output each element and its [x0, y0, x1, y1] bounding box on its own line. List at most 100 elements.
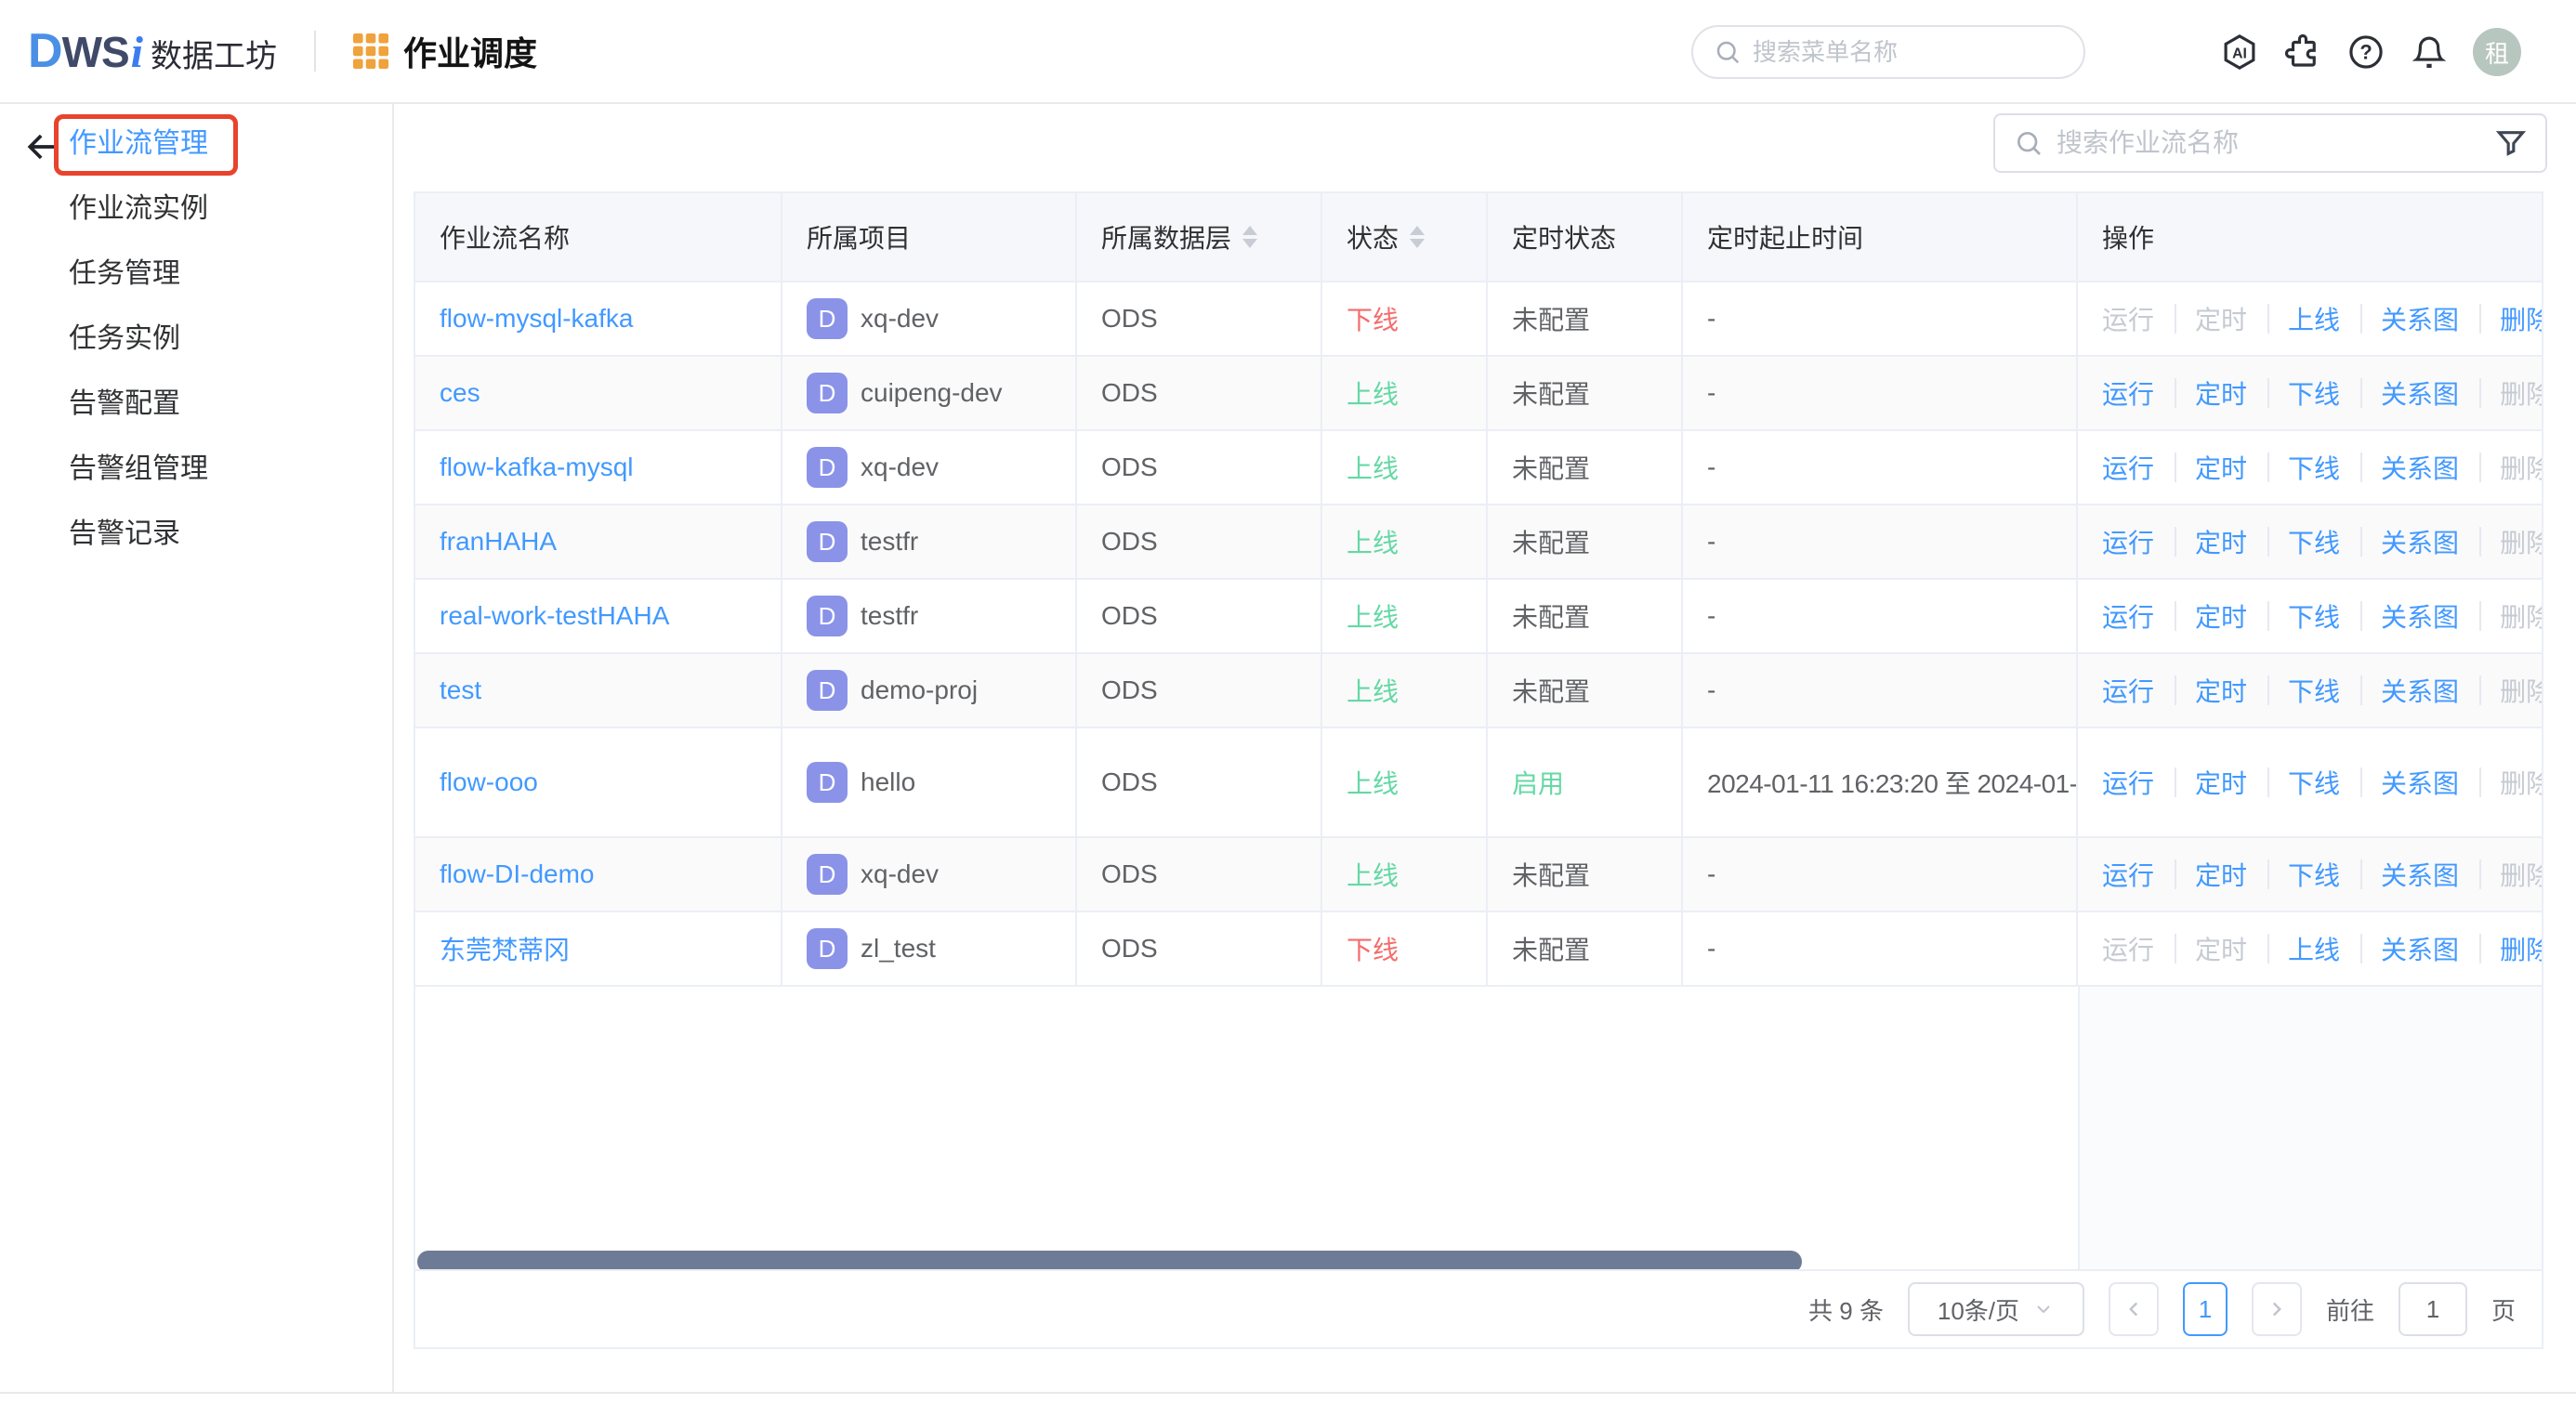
action-link[interactable]: 下线 — [2267, 856, 2360, 893]
data-layer: ODS — [1101, 452, 1158, 481]
action-link[interactable]: 定时 — [2175, 672, 2267, 709]
action-link[interactable]: 定时 — [2175, 374, 2267, 412]
sidebar-item-4[interactable]: 告警配置 — [0, 372, 392, 437]
logo-letter-i: i — [130, 28, 144, 77]
flow-name-link[interactable]: 东莞梵蒂冈 — [440, 930, 570, 967]
flow-name-link[interactable]: flow-kafka-mysql — [440, 452, 633, 482]
column-header-project: 所属项目 — [782, 193, 1077, 281]
sidebar-item-1[interactable]: 作业流实例 — [0, 177, 392, 242]
status-text: 上线 — [1347, 603, 1400, 632]
schedule-status: 未配置 — [1512, 603, 1591, 632]
ai-assistant-icon[interactable]: AI — [2220, 33, 2259, 72]
flow-search-box[interactable] — [1993, 113, 2547, 173]
prev-page-button[interactable] — [2108, 1282, 2159, 1336]
schedule-time: - — [1707, 601, 1715, 630]
sidebar-item-5[interactable]: 告警组管理 — [0, 437, 392, 502]
column-header-data-layer[interactable]: 所属数据层 — [1077, 193, 1322, 281]
action-cell: 运行 定时 下线 关系图 删除 — [2078, 357, 2542, 429]
action-link[interactable]: 运行 — [2102, 856, 2175, 893]
table-header-row: 作业流名称 所属项目 所属数据层 状态 定时状态 定时起止时间 操作 — [415, 193, 2542, 282]
column-header-status[interactable]: 状态 — [1322, 193, 1488, 281]
table-row: flow-DI-demo Dxq-dev ODS 上线 未配置 - 运行 定时 下线… — [415, 838, 2542, 912]
flow-name-link[interactable]: flow-mysql-kafka — [440, 304, 633, 334]
flow-name-link[interactable]: test — [440, 675, 481, 705]
schedule-time: - — [1707, 859, 1715, 888]
sidebar-item-3[interactable]: 任务实例 — [0, 307, 392, 372]
project-name: testfr — [861, 601, 919, 630]
table-body: flow-mysql-kafka Dxq-dev ODS 下线 未配置 - 运行… — [415, 282, 2542, 987]
action-link[interactable]: 运行 — [2102, 449, 2175, 486]
project-type-badge: D — [807, 928, 848, 969]
menu-search-box[interactable] — [1691, 25, 2085, 79]
action-link: 删除 — [2479, 523, 2542, 560]
action-link[interactable]: 上线 — [2267, 300, 2360, 337]
action-link[interactable]: 关系图 — [2360, 597, 2479, 635]
plugin-icon[interactable] — [2283, 33, 2322, 72]
action-link[interactable]: 运行 — [2102, 374, 2175, 412]
action-link[interactable]: 关系图 — [2360, 300, 2479, 337]
notification-bell-icon[interactable] — [2410, 33, 2449, 72]
action-link: 删除 — [2479, 764, 2542, 801]
sidebar-item-6[interactable]: 告警记录 — [0, 502, 392, 567]
action-link[interactable]: 运行 — [2102, 523, 2175, 560]
action-cell: 运行 定时 下线 关系图 删除 — [2078, 838, 2542, 911]
status-text: 上线 — [1347, 677, 1400, 706]
flow-name-link[interactable]: flow-DI-demo — [440, 859, 594, 889]
project-type-badge: D — [807, 521, 848, 562]
flow-name-link[interactable]: ces — [440, 378, 480, 408]
action-link[interactable]: 下线 — [2267, 672, 2360, 709]
action-link[interactable]: 关系图 — [2360, 449, 2479, 486]
action-link[interactable]: 关系图 — [2360, 374, 2479, 412]
action-link[interactable]: 关系图 — [2360, 764, 2479, 801]
schedule-status: 未配置 — [1512, 529, 1591, 557]
action-cell: 运行 定时 下线 关系图 删除 — [2078, 728, 2542, 836]
action-link[interactable]: 运行 — [2102, 597, 2175, 635]
help-icon[interactable]: ? — [2346, 33, 2385, 72]
flow-search-input[interactable] — [2057, 128, 2482, 158]
action-link[interactable]: 关系图 — [2360, 930, 2479, 967]
action-link[interactable]: 下线 — [2267, 597, 2360, 635]
action-link: 定时 — [2175, 930, 2267, 967]
action-link[interactable]: 上线 — [2267, 930, 2360, 967]
current-page-button[interactable]: 1 — [2182, 1282, 2228, 1336]
brand-logo[interactable]: D WS i 数据工坊 — [28, 23, 277, 79]
project-type-badge: D — [807, 854, 848, 895]
action-link: 删除 — [2479, 856, 2542, 893]
flow-name-link[interactable]: real-work-testHAHA — [440, 601, 669, 631]
action-link[interactable]: 关系图 — [2360, 856, 2479, 893]
schedule-status: 未配置 — [1512, 454, 1591, 483]
action-link[interactable]: 运行 — [2102, 672, 2175, 709]
schedule-time: 2024-01-11 16:23:20 至 2024-01-12 — [1707, 769, 2078, 798]
user-avatar[interactable]: 租 — [2473, 28, 2521, 76]
action-link[interactable]: 关系图 — [2360, 523, 2479, 560]
filter-funnel-icon[interactable] — [2495, 127, 2527, 159]
action-link[interactable]: 定时 — [2175, 856, 2267, 893]
column-header-actions: 操作 — [2102, 224, 2155, 253]
action-link[interactable]: 定时 — [2175, 523, 2267, 560]
action-link[interactable]: 删除 — [2479, 300, 2542, 337]
sort-icon[interactable] — [1242, 226, 1258, 248]
sidebar-item-2[interactable]: 任务管理 — [0, 242, 392, 307]
project-type-badge: D — [807, 447, 848, 488]
action-link[interactable]: 下线 — [2267, 449, 2360, 486]
action-link[interactable]: 下线 — [2267, 764, 2360, 801]
flow-name-link[interactable]: franHAHA — [440, 527, 557, 557]
schedule-status: 未配置 — [1512, 380, 1591, 409]
sort-icon[interactable] — [1410, 226, 1426, 248]
action-link[interactable]: 删除 — [2479, 930, 2542, 967]
schedule-time: - — [1707, 304, 1715, 333]
action-link[interactable]: 定时 — [2175, 449, 2267, 486]
next-page-button[interactable] — [2251, 1282, 2302, 1336]
menu-search-input[interactable] — [1753, 37, 2031, 67]
back-arrow-icon[interactable] — [20, 125, 65, 169]
action-link[interactable]: 关系图 — [2360, 672, 2479, 709]
goto-page-input[interactable] — [2398, 1282, 2467, 1336]
action-link[interactable]: 定时 — [2175, 597, 2267, 635]
action-link[interactable]: 下线 — [2267, 523, 2360, 560]
app-grid-icon — [353, 33, 389, 69]
action-link[interactable]: 下线 — [2267, 374, 2360, 412]
action-link[interactable]: 运行 — [2102, 764, 2175, 801]
flow-name-link[interactable]: flow-ooo — [440, 767, 538, 797]
action-link[interactable]: 定时 — [2175, 764, 2267, 801]
page-size-select[interactable]: 10条/页 — [1907, 1282, 2084, 1336]
